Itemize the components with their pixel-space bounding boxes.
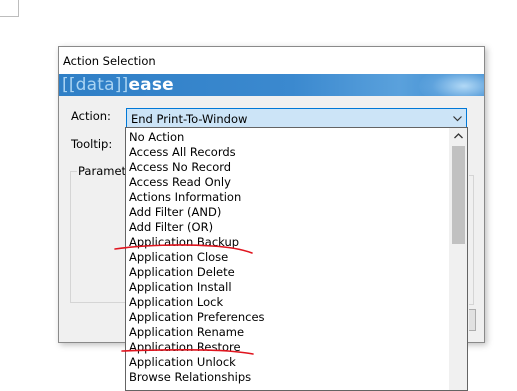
list-item[interactable]: Application Preferences <box>126 310 448 325</box>
list-item[interactable]: Access No Record <box>126 160 448 175</box>
list-item[interactable]: Add Filter (AND) <box>126 205 448 220</box>
logo-brand-text: ease <box>128 75 174 95</box>
action-dropdown-list[interactable]: No Action Access All Records Access No R… <box>125 127 468 391</box>
list-item[interactable]: Access Read Only <box>126 175 448 190</box>
logo-bracket: [ <box>62 75 69 95</box>
chevron-up-icon[interactable] <box>450 128 467 145</box>
parameters-group <box>70 171 133 303</box>
list-item[interactable]: Application Delete <box>126 265 448 280</box>
action-combobox-value: End Print-To-Window <box>131 112 248 126</box>
list-item[interactable]: Application Rename <box>126 325 448 340</box>
right-group-frame <box>469 175 474 305</box>
list-item[interactable]: Access All Records <box>126 145 448 160</box>
scrollbar-thumb[interactable] <box>452 146 465 244</box>
chevron-down-icon[interactable] <box>452 113 463 124</box>
dataease-banner: [[data]]ease <box>59 74 484 96</box>
dropdown-scrollbar[interactable] <box>449 128 467 390</box>
list-item[interactable]: Application Backup <box>126 235 448 250</box>
list-item[interactable]: Actions Information <box>126 190 448 205</box>
dialog-title: Action Selection <box>63 54 156 68</box>
background-window-edge <box>0 0 19 17</box>
logo-data-text: [data]] <box>68 75 129 95</box>
list-item[interactable]: Application Unlock <box>126 355 448 370</box>
dialog-button-partial[interactable] <box>469 309 476 331</box>
list-item[interactable]: Add Filter (OR) <box>126 220 448 235</box>
tooltip-label: Tooltip: <box>71 137 113 151</box>
banner-glow <box>419 74 484 96</box>
action-combobox[interactable]: End Print-To-Window <box>126 108 467 129</box>
list-item[interactable]: Application Close <box>126 250 448 265</box>
list-item[interactable]: No Action <box>126 130 448 145</box>
list-item[interactable]: Application Restore <box>126 340 448 355</box>
dialog-titlebar[interactable]: Action Selection <box>59 47 484 74</box>
dataease-logo: [[data]]ease <box>62 75 174 95</box>
action-label: Action: <box>71 109 111 123</box>
action-options: No Action Access All Records Access No R… <box>126 130 448 385</box>
list-item[interactable]: Application Install <box>126 280 448 295</box>
list-item[interactable]: Application Lock <box>126 295 448 310</box>
list-item[interactable]: Browse Relationships <box>126 370 448 385</box>
